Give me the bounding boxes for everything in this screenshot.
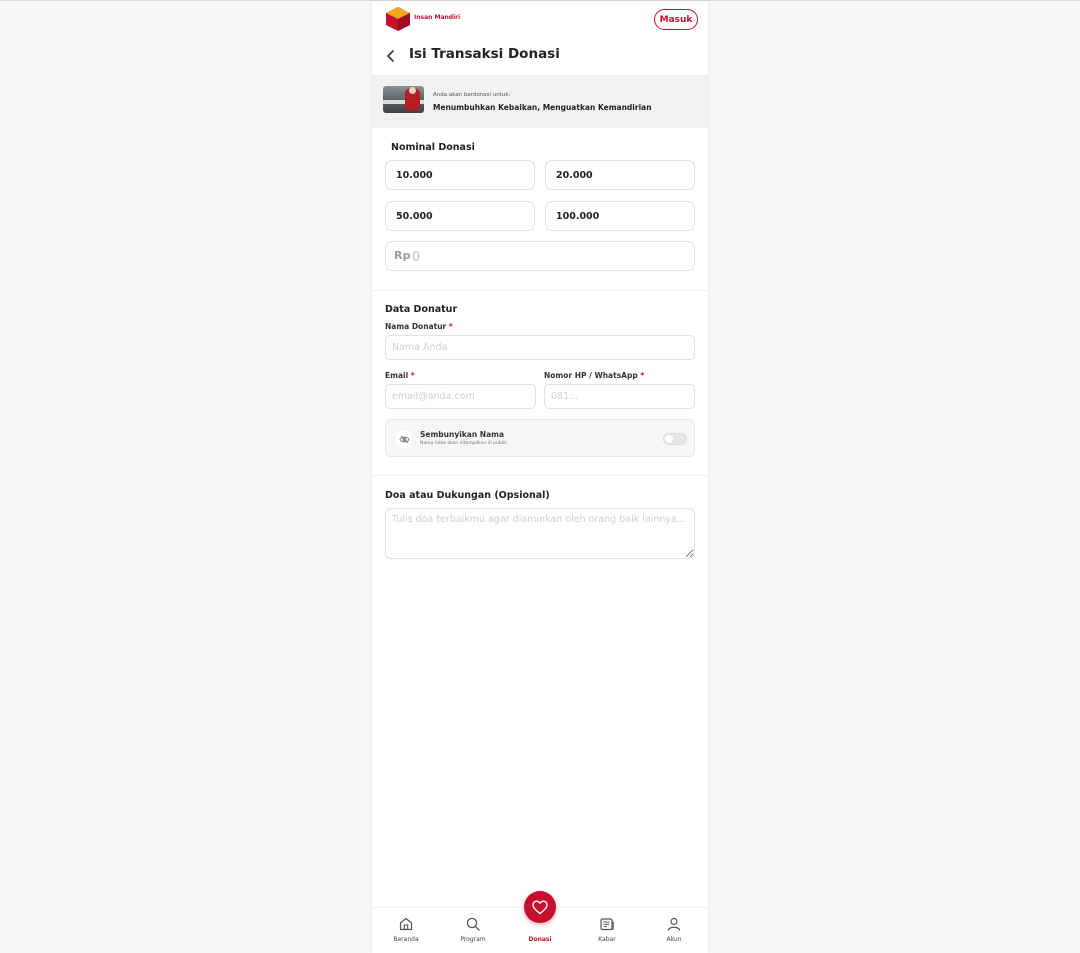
nav-label: Program xyxy=(460,936,486,943)
email-label: Email * xyxy=(385,371,415,380)
campaign-title: Menumbuhkan Kebaikan, Menguatkan Kemandi… xyxy=(433,103,652,112)
login-button[interactable]: Masuk xyxy=(654,9,698,30)
doa-textarea[interactable] xyxy=(385,508,695,559)
doa-section-title: Doa atau Dukungan (Opsional) xyxy=(385,490,550,501)
nav-item-akun[interactable]: Akun xyxy=(649,908,699,953)
app-header: Insan Mandiri Masuk xyxy=(372,1,708,37)
campaign-summary: Anda akan berdonasi untuk: Menumbuhkan K… xyxy=(372,75,708,128)
nominal-section-title: Nominal Donasi xyxy=(391,142,475,153)
donor-section-title: Data Donatur xyxy=(385,304,458,315)
toggle-knob xyxy=(665,435,673,443)
heart-icon xyxy=(532,900,548,914)
amount-option-10000[interactable]: 10.000 xyxy=(385,160,535,190)
required-mark: * xyxy=(640,371,645,380)
home-icon xyxy=(399,917,413,931)
amount-option-50000[interactable]: 50.000 xyxy=(385,201,535,231)
name-label: Nama Donatur * xyxy=(385,322,453,331)
email-label-text: Email xyxy=(385,371,409,380)
currency-prefix: Rp xyxy=(394,249,411,262)
section-divider xyxy=(372,475,708,476)
news-icon xyxy=(600,918,614,931)
name-label-text: Nama Donatur xyxy=(385,322,447,331)
nav-label: Beranda xyxy=(393,936,419,943)
nav-label: Akun xyxy=(666,936,682,943)
hide-name-option: Sembunyikan Nama Nama tidak akan ditampi… xyxy=(385,419,695,457)
eye-off-icon xyxy=(395,430,413,448)
brand-logo-icon[interactable] xyxy=(385,6,411,32)
donasi-fab-button[interactable] xyxy=(524,891,556,923)
required-mark: * xyxy=(410,371,415,380)
title-bar: Isi Transaksi Donasi xyxy=(372,37,708,75)
campaign-intro: Anda akan berdonasi untuk: xyxy=(433,92,511,98)
search-icon xyxy=(466,917,480,931)
phone-label-text: Nomor HP / WhatsApp xyxy=(544,371,638,380)
required-mark: * xyxy=(448,322,453,331)
nav-item-beranda[interactable]: Beranda xyxy=(381,908,431,953)
nav-label: Kabar xyxy=(598,936,616,943)
custom-amount-field: Rp xyxy=(385,241,695,271)
brand-name: Insan Mandiri xyxy=(414,14,461,21)
hide-name-subtitle: Nama tidak akan ditampilkan di publik xyxy=(420,441,507,446)
mobile-app-frame: Insan Mandiri Masuk Isi Transaksi Donasi… xyxy=(372,1,708,953)
hide-name-title: Sembunyikan Nama xyxy=(420,430,505,439)
donor-name-input[interactable] xyxy=(385,335,695,360)
amount-option-100000[interactable]: 100.000 xyxy=(545,201,695,231)
user-icon xyxy=(667,917,681,931)
phone-label: Nomor HP / WhatsApp * xyxy=(544,371,644,380)
email-input[interactable] xyxy=(385,384,536,409)
section-divider xyxy=(372,290,708,291)
campaign-thumbnail xyxy=(383,86,424,113)
hide-name-toggle[interactable] xyxy=(663,433,687,445)
page-title: Isi Transaksi Donasi xyxy=(409,46,560,62)
phone-input[interactable] xyxy=(544,384,695,409)
nav-label-donasi: Donasi xyxy=(528,936,552,943)
nav-item-program[interactable]: Program xyxy=(448,908,498,953)
custom-amount-input[interactable] xyxy=(412,246,682,268)
amount-option-20000[interactable]: 20.000 xyxy=(545,160,695,190)
back-arrow-icon[interactable] xyxy=(384,47,398,65)
nav-item-kabar[interactable]: Kabar xyxy=(582,908,632,953)
